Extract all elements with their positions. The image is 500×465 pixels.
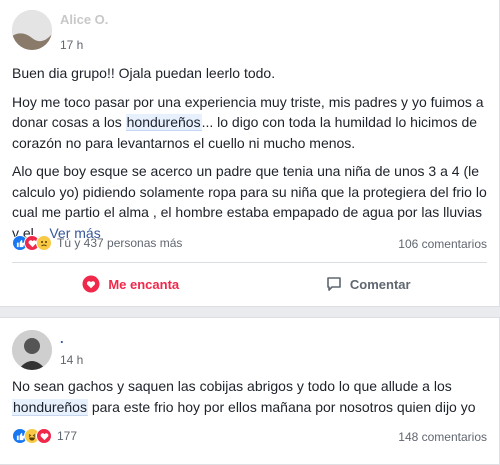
post-card: Alice O. 17 h Buen dia grupo!! Ojala pue… [0, 0, 500, 307]
comments-count[interactable]: 148 comentarios [398, 430, 487, 444]
love-button[interactable]: Me encanta [12, 268, 250, 300]
comment-card: . 14 h No sean gachos y saquen las cobij… [0, 317, 500, 465]
sad-reaction-icon [36, 235, 52, 251]
reactions-summary[interactable]: 177 [12, 428, 77, 444]
post-paragraph: Buen dia grupo!! Ojala puedan leerlo tod… [12, 65, 276, 81]
comment-bubble-icon [327, 277, 341, 291]
post-paragraph: Hoy me toco pasar por una experiencia mu… [12, 92, 487, 154]
reactions-summary[interactable]: Tú y 437 personas más [12, 235, 182, 251]
comments-count[interactable]: 106 comentarios [398, 237, 487, 251]
post-text: Buen dia grupo!! Ojala puedan leerlo tod… [12, 63, 487, 251]
post-text-segment: para este frio hoy por ellos mañana por … [87, 398, 476, 415]
comment-button-label: Comentar [349, 276, 411, 292]
love-reaction-icon [36, 428, 52, 444]
heart-outline-icon [82, 275, 100, 293]
post-paragraph: No sean gachos y saquen las cobijas abri… [12, 376, 487, 417]
hashtag-link[interactable]: hondureños [125, 114, 202, 131]
post-actions: Me encanta Comentar [12, 268, 487, 300]
avatar[interactable] [12, 330, 52, 370]
post-timestamp[interactable]: 17 h [60, 38, 83, 52]
author-name[interactable]: Alice O. [60, 12, 108, 27]
author-name[interactable]: . [60, 331, 64, 346]
avatar[interactable] [12, 10, 52, 50]
reactions-count: 177 [57, 429, 78, 443]
reactions-text: Tú y 437 personas más [57, 236, 183, 250]
post-paragraph: Alo que boy esque se acerco un padre que… [12, 161, 487, 243]
comment-button[interactable]: Comentar [250, 268, 488, 300]
post-timestamp[interactable]: 14 h [60, 353, 83, 367]
hashtag-link[interactable]: hondureños [12, 398, 88, 416]
divider [12, 262, 487, 263]
post-text: No sean gachos y saquen las cobijas abri… [12, 376, 487, 425]
post-text-segment: No sean gachos y saquen las cobijas abri… [12, 378, 452, 394]
love-button-label: Me encanta [108, 276, 180, 292]
